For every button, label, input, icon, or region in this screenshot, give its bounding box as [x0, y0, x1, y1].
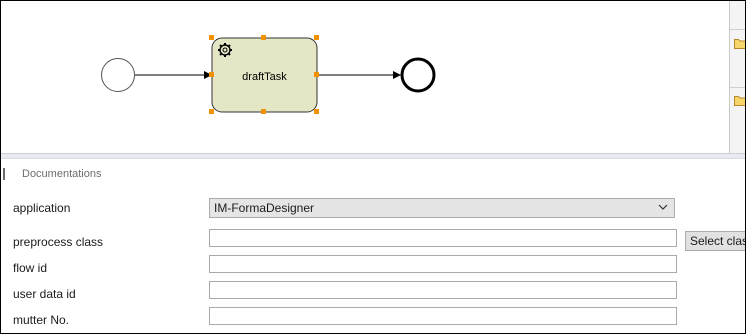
mutter-no-label: mutter No.	[13, 313, 70, 327]
process-diagram-canvas[interactable]: draftTask	[1, 1, 729, 153]
mutter-no-input[interactable]	[209, 307, 677, 325]
select-class-button[interactable]: Select class	[685, 231, 745, 251]
preprocess-class-input[interactable]	[209, 229, 677, 247]
user-data-id-label: user data id	[13, 287, 76, 301]
flow-id-label: flow id	[13, 261, 48, 275]
end-event[interactable]	[400, 57, 436, 93]
palette-separator	[730, 87, 745, 88]
process-diagram	[101, 35, 436, 114]
application-select[interactable]: IM-FormaDesigner	[209, 198, 675, 218]
section-title: Documentations	[22, 168, 102, 180]
folder-icon[interactable]	[734, 95, 746, 106]
flow-id-input[interactable]	[209, 255, 677, 273]
folder-icon[interactable]	[734, 38, 746, 49]
preprocess-class-label: preprocess class	[13, 235, 104, 249]
start-event[interactable]	[101, 58, 135, 92]
editor-window: draftTask Documentations application IM-…	[0, 0, 746, 334]
chevron-down-icon	[658, 204, 668, 210]
palette-separator	[730, 29, 745, 30]
user-data-id-input[interactable]	[209, 281, 677, 299]
section-header[interactable]: Documentations	[1, 166, 102, 182]
collapse-icon[interactable]	[3, 168, 11, 180]
task-label: draftTask	[242, 71, 287, 83]
application-label: application	[13, 201, 71, 215]
properties-panel: Documentations application IM-FormaDesig…	[1, 159, 745, 333]
application-value: IM-FormaDesigner	[214, 201, 315, 215]
palette-strip	[729, 1, 746, 153]
